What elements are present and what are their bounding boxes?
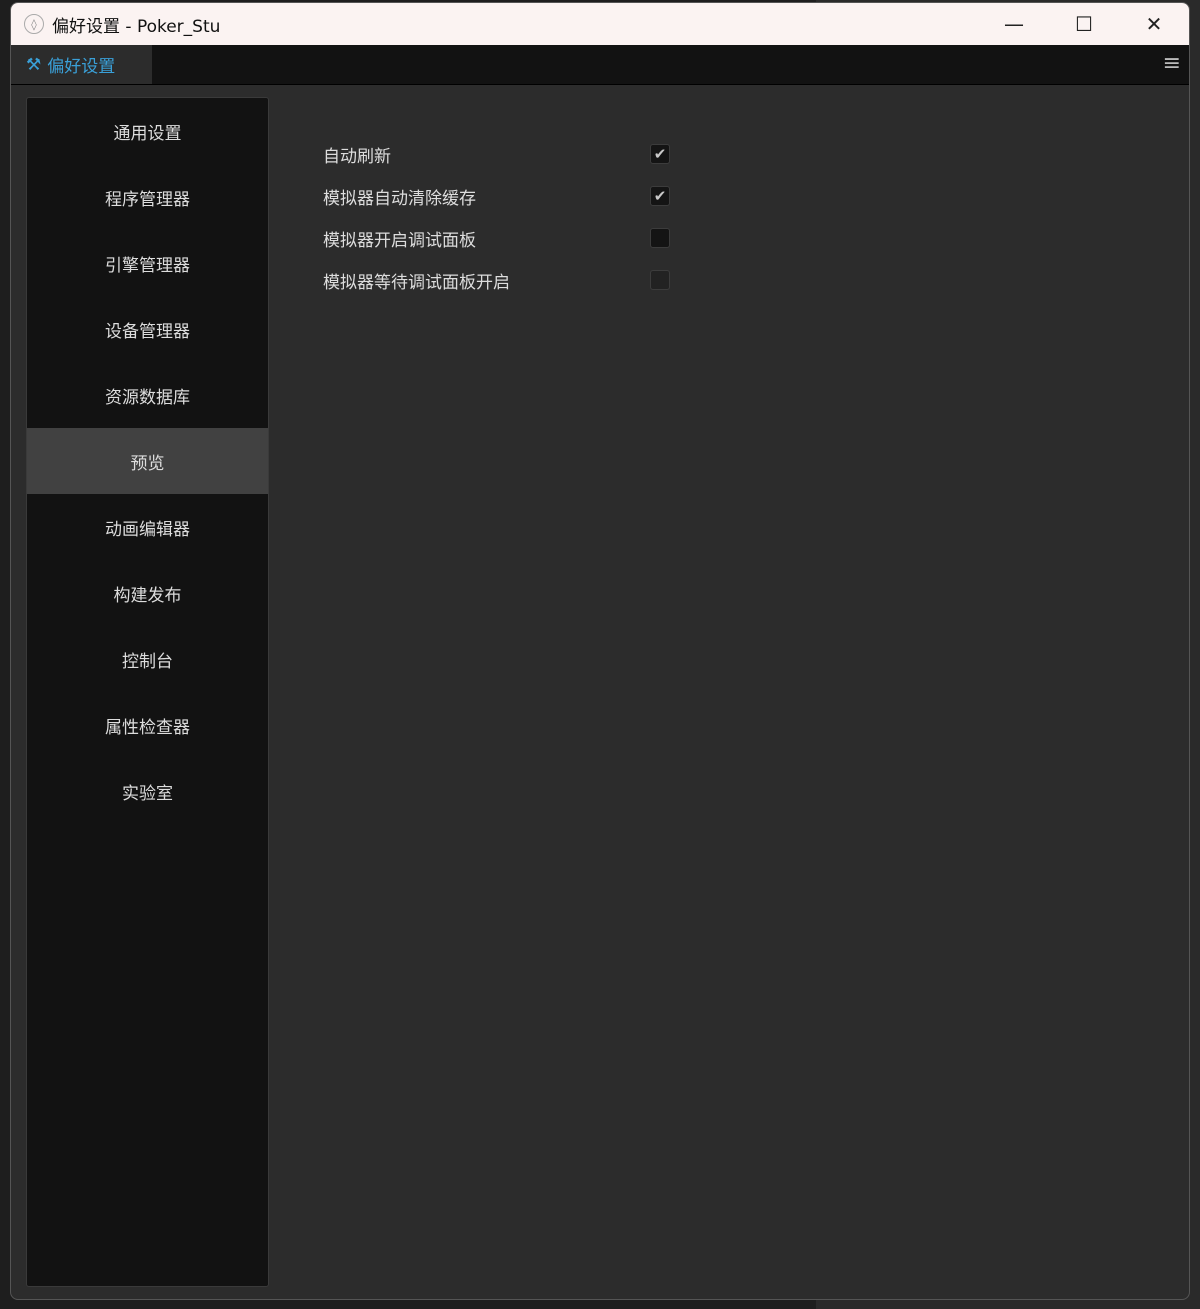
tab-preferences[interactable]: ⚒ 偏好设置 — [11, 45, 152, 84]
sidebar: 通用设置程序管理器引擎管理器设备管理器资源数据库预览动画编辑器构建发布控制台属性… — [26, 97, 269, 1287]
tab-bar: ⚒ 偏好设置 ≡ — [11, 45, 1189, 85]
setting-checkbox[interactable] — [650, 228, 670, 248]
tab-label: 偏好设置 — [47, 57, 116, 77]
check-icon: ✔ — [653, 145, 667, 163]
title-bar: ◊ 偏好设置 - Poker_Stu — ☐ ✕ — [11, 3, 1189, 45]
sidebar-item[interactable]: 控制台 — [27, 626, 268, 692]
setting-checkbox[interactable]: ✔ — [650, 144, 670, 164]
sidebar-item[interactable]: 预览 — [27, 428, 268, 494]
sidebar-item[interactable]: 程序管理器 — [27, 164, 268, 230]
setting-checkbox[interactable]: ✔ — [650, 186, 670, 206]
tools-icon: ⚒ — [26, 54, 42, 75]
sidebar-item-label: 控制台 — [122, 651, 173, 672]
sidebar-item-label: 设备管理器 — [105, 321, 190, 342]
sidebar-item[interactable]: 动画编辑器 — [27, 494, 268, 560]
maximize-button[interactable]: ☐ — [1049, 12, 1119, 36]
setting-label: 模拟器等待调试面板开启 — [323, 272, 510, 293]
setting-label: 模拟器自动清除缓存 — [323, 188, 476, 209]
settings-panel: 自动刷新 ✔ 模拟器自动清除缓存 ✔ 模拟器开启调试面板模拟器等待调试面板开启 — [323, 133, 670, 301]
sidebar-item[interactable]: 属性检查器 — [27, 692, 268, 758]
sidebar-item-label: 动画编辑器 — [105, 519, 190, 540]
sidebar-item-label: 构建发布 — [113, 585, 182, 606]
sidebar-item-label: 属性检查器 — [105, 717, 190, 738]
sidebar-item-label: 程序管理器 — [105, 189, 190, 210]
setting-row: 模拟器开启调试面板 — [323, 217, 670, 259]
setting-row: 模拟器自动清除缓存 ✔ — [323, 175, 670, 217]
sidebar-item[interactable]: 实验室 — [27, 758, 268, 824]
sidebar-item[interactable]: 通用设置 — [27, 98, 268, 164]
minimize-button[interactable]: — — [979, 12, 1049, 36]
preferences-window: ◊ 偏好设置 - Poker_Stu — ☐ ✕ ⚒ 偏好设置 ≡ 通用设置程序… — [10, 2, 1190, 1300]
droplet-icon: ◊ — [24, 14, 44, 34]
sidebar-item-label: 预览 — [130, 453, 165, 474]
sidebar-item-label: 引擎管理器 — [105, 255, 190, 276]
sidebar-item[interactable]: 引擎管理器 — [27, 230, 268, 296]
setting-row: 模拟器等待调试面板开启 — [323, 259, 670, 301]
sidebar-item[interactable]: 构建发布 — [27, 560, 268, 626]
hamburger-menu-icon[interactable]: ≡ — [1155, 45, 1189, 84]
setting-label: 自动刷新 — [323, 146, 391, 167]
setting-row: 自动刷新 ✔ — [323, 133, 670, 175]
sidebar-item[interactable]: 资源数据库 — [27, 362, 268, 428]
sidebar-item-label: 实验室 — [122, 783, 173, 804]
check-icon: ✔ — [653, 187, 667, 205]
close-button[interactable]: ✕ — [1119, 12, 1189, 36]
sidebar-item-label: 通用设置 — [113, 123, 182, 144]
sidebar-item-label: 资源数据库 — [105, 387, 190, 408]
setting-checkbox[interactable] — [650, 270, 670, 290]
sidebar-item[interactable]: 设备管理器 — [27, 296, 268, 362]
window-title: 偏好设置 - Poker_Stu — [52, 16, 221, 37]
setting-label: 模拟器开启调试面板 — [323, 230, 476, 251]
